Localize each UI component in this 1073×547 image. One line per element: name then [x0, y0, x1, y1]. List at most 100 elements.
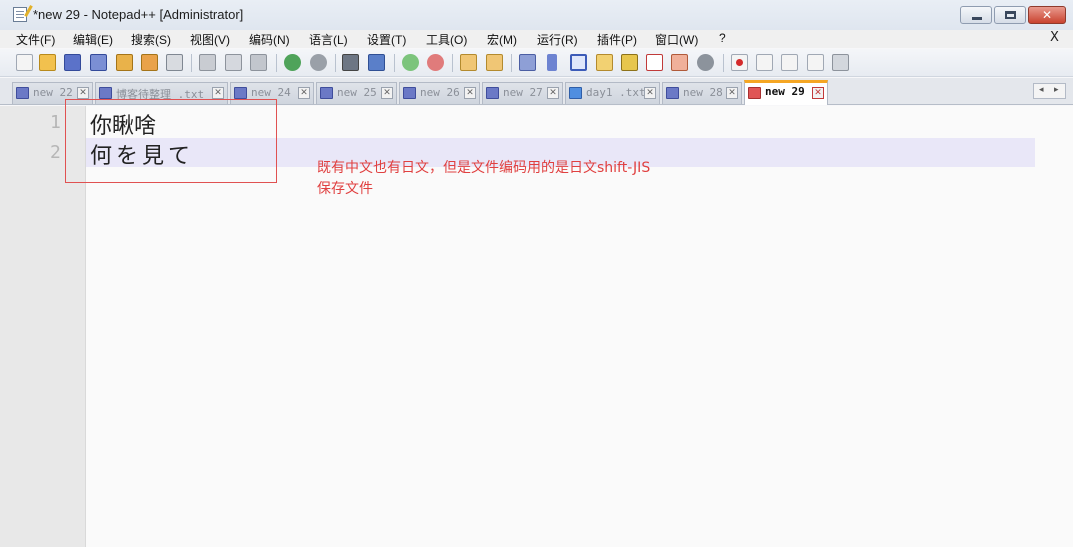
close-icon: ✕ [1041, 8, 1053, 22]
print-icon[interactable] [166, 54, 183, 71]
saved-file-icon [486, 87, 499, 99]
tab-scroll-left-icon[interactable]: ◂ [1039, 85, 1044, 95]
function-list-icon[interactable] [646, 54, 663, 71]
line-number: 2 [50, 142, 61, 163]
word-wrap-icon[interactable] [519, 54, 536, 71]
toolbar [0, 49, 1073, 77]
toolbar-separator [511, 54, 512, 72]
tab-label: new 28 [683, 86, 723, 99]
close-window-button[interactable]: ✕ [1028, 6, 1066, 24]
copy-icon[interactable] [225, 54, 242, 71]
annotation-highlight-box [65, 99, 277, 183]
tab-label: day1 .txt [586, 86, 646, 99]
indent-guide-icon[interactable] [570, 54, 587, 71]
tab-close-icon[interactable]: ✕ [726, 87, 738, 99]
notepad-app-icon [13, 7, 27, 22]
menu-window[interactable]: 窗口(W) [655, 31, 698, 48]
menu-view[interactable]: 视图(V) [190, 31, 230, 48]
tab-label: new 24 [251, 86, 291, 99]
menu-file[interactable]: 文件(F) [16, 31, 55, 48]
zoom-in-icon[interactable] [402, 54, 419, 71]
paste-icon[interactable] [250, 54, 267, 71]
close-all-icon[interactable] [141, 54, 158, 71]
notepadpp-window: *new 29 - Notepad++ [Administrator] ✕ 文件… [0, 0, 1073, 547]
tab-new-26[interactable]: new 26 ✕ [399, 82, 480, 104]
stop-macro-icon[interactable] [756, 54, 773, 71]
toolbar-separator [276, 54, 277, 72]
tab-close-icon[interactable]: ✕ [77, 87, 89, 99]
tab-scroll-buttons: ◂ ▸ [1033, 83, 1066, 99]
undo-icon[interactable] [284, 54, 301, 71]
tab-scroll-right-icon[interactable]: ▸ [1054, 85, 1059, 95]
tab-close-icon[interactable]: ✕ [464, 87, 476, 99]
toolbar-separator [452, 54, 453, 72]
new-file-icon[interactable] [16, 54, 33, 71]
find-icon[interactable] [342, 54, 359, 71]
menu-macro[interactable]: 宏(M) [487, 31, 517, 48]
save-all-icon[interactable] [90, 54, 107, 71]
menu-edit[interactable]: 编辑(E) [73, 31, 113, 48]
redo-icon[interactable] [310, 54, 327, 71]
line-number: 1 [50, 112, 61, 133]
title-bar: *new 29 - Notepad++ [Administrator] ✕ [0, 0, 1073, 30]
doc-map-icon[interactable] [621, 54, 638, 71]
maximize-button[interactable] [994, 6, 1026, 24]
menu-run[interactable]: 运行(R) [537, 31, 578, 48]
saved-file-icon [16, 87, 29, 99]
show-all-chars-icon[interactable] [547, 54, 557, 71]
toolbar-separator [335, 54, 336, 72]
annotation-line: 保存文件 [317, 181, 373, 197]
menu-tools[interactable]: 工具(O) [426, 31, 467, 48]
tab-new-25[interactable]: new 25 ✕ [316, 82, 397, 104]
run-macro-multiple-icon[interactable] [807, 54, 824, 71]
cut-icon[interactable] [199, 54, 216, 71]
tab-new-28[interactable]: new 28 ✕ [662, 82, 742, 104]
tab-label: new 26 [420, 86, 460, 99]
menu-language[interactable]: 语言(L) [309, 31, 348, 48]
saved-file-icon [569, 87, 582, 99]
tab-close-icon[interactable]: ✕ [298, 87, 310, 99]
maximize-icon [1005, 11, 1016, 19]
menu-plugins[interactable]: 插件(P) [597, 31, 637, 48]
zoom-out-icon[interactable] [427, 54, 444, 71]
monitoring-icon[interactable] [697, 54, 714, 71]
folder-workspace-icon[interactable] [671, 54, 688, 71]
user-language-icon[interactable] [596, 54, 613, 71]
menu-search[interactable]: 搜索(S) [131, 31, 171, 48]
menu-encoding[interactable]: 编码(N) [249, 31, 290, 48]
tab-new-27[interactable]: new 27 ✕ [482, 82, 563, 104]
tab-new-29[interactable]: new 29 ✕ [744, 80, 828, 105]
save-macro-icon[interactable] [832, 54, 849, 71]
sync-horizontal-icon[interactable] [486, 54, 503, 71]
toolbar-separator [191, 54, 192, 72]
save-icon[interactable] [64, 54, 81, 71]
annotation-line: 既有中文也有日文，但是文件编码用的是日文shift-JIS [317, 160, 651, 176]
close-file-icon[interactable] [116, 54, 133, 71]
minimize-icon [972, 17, 982, 20]
annotation-note: 既有中文也有日文，但是文件编码用的是日文shift-JIS 保存文件 [317, 158, 650, 200]
tab-label: new 25 [337, 86, 377, 99]
toolbar-separator [723, 54, 724, 72]
tab-close-icon[interactable]: ✕ [812, 87, 824, 99]
minimize-button[interactable] [960, 6, 992, 24]
unsaved-file-icon [748, 87, 761, 99]
tab-close-icon[interactable]: ✕ [644, 87, 656, 99]
saved-file-icon [320, 87, 333, 99]
sync-vertical-icon[interactable] [460, 54, 477, 71]
tab-close-icon[interactable]: ✕ [381, 87, 393, 99]
play-macro-icon[interactable] [781, 54, 798, 71]
saved-file-icon [99, 87, 112, 99]
record-macro-icon[interactable] [731, 54, 748, 71]
menu-settings[interactable]: 设置(T) [367, 31, 406, 48]
window-title: *new 29 - Notepad++ [Administrator] [33, 7, 244, 22]
tab-label: new 22 [33, 86, 73, 99]
tab-day1-txt[interactable]: day1 .txt ✕ [565, 82, 660, 104]
close-document-button[interactable]: X [1050, 30, 1059, 45]
tab-close-icon[interactable]: ✕ [212, 87, 224, 99]
tab-label: new 27 [503, 86, 543, 99]
menu-help[interactable]: ? [719, 31, 726, 45]
replace-icon[interactable] [368, 54, 385, 71]
open-file-icon[interactable] [39, 54, 56, 71]
tab-close-icon[interactable]: ✕ [547, 87, 559, 99]
menu-bar: 文件(F) 编辑(E) 搜索(S) 视图(V) 编码(N) 语言(L) 设置(T… [0, 30, 1073, 48]
